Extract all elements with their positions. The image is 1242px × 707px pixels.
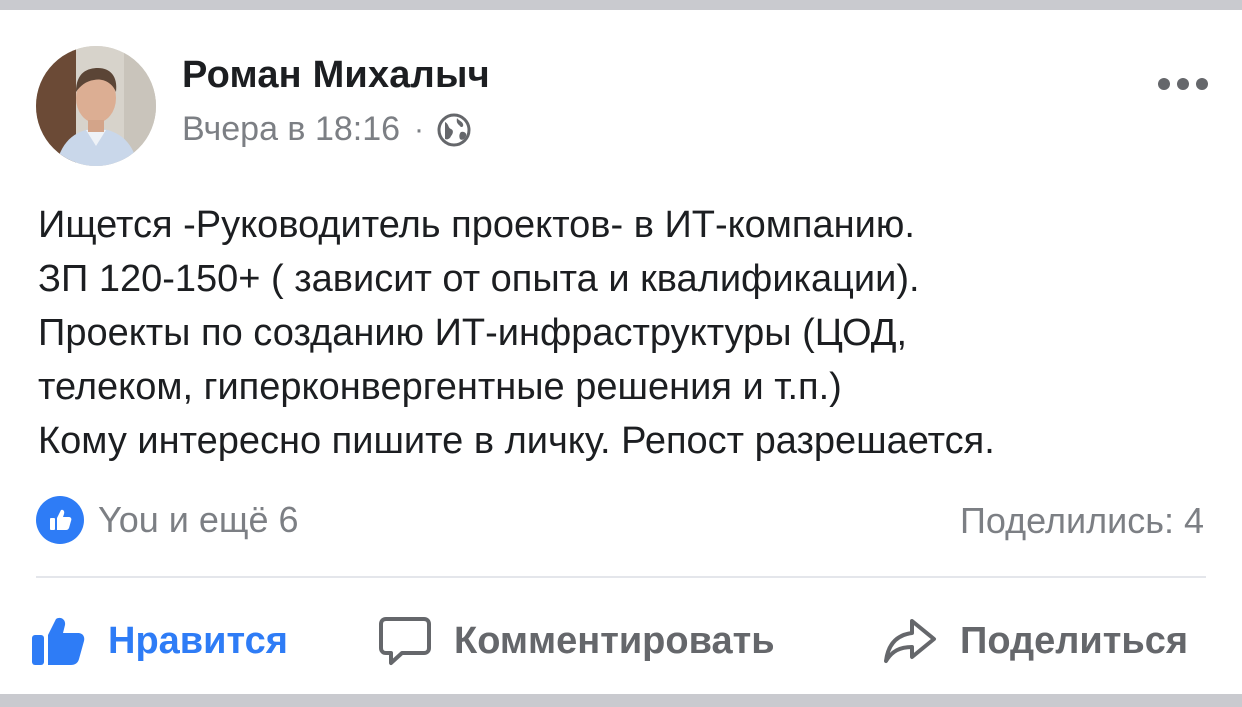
action-bar: Нравится Комментировать Поделиться	[0, 606, 1242, 676]
like-button[interactable]: Нравится	[30, 606, 288, 676]
post-text-line: Ищется -Руководитель проектов- в ИТ-комп…	[38, 204, 915, 246]
post-card: Роман Михалыч Вчера в 18:16 · Ищется -Ру…	[0, 10, 1242, 694]
like-label: Нравится	[108, 619, 288, 662]
more-dot	[1177, 78, 1189, 90]
divider	[36, 576, 1206, 578]
comment-icon	[379, 617, 431, 665]
like-reaction-icon	[36, 496, 84, 544]
thumbs-up-icon	[32, 617, 85, 665]
avatar-photo	[36, 46, 156, 166]
avatar[interactable]	[36, 46, 156, 166]
post-text-line: Проекты по созданию ИТ-инфраструктуры (Ц…	[38, 312, 908, 354]
share-button[interactable]: Поделиться	[882, 606, 1188, 676]
share-label: Поделиться	[960, 619, 1189, 662]
more-options-icon[interactable]	[1158, 72, 1208, 96]
more-dot	[1158, 78, 1170, 90]
shares-count[interactable]: Поделились: 4	[960, 500, 1204, 542]
post-time[interactable]: Вчера в 18:16	[182, 110, 400, 149]
post-text-line: телеком, гиперконвергентные решения и т.…	[38, 366, 842, 408]
reactions-summary[interactable]: You и ещё 6	[36, 496, 299, 544]
comment-button[interactable]: Комментировать	[378, 606, 775, 676]
post-text-line: ЗП 120-150+ ( зависит от опыта и квалифи…	[38, 258, 920, 300]
comment-label: Комментировать	[454, 619, 775, 662]
post-meta: Вчера в 18:16 ·	[182, 110, 472, 149]
post-text: Ищется -Руководитель проектов- в ИТ-комп…	[38, 198, 1208, 468]
meta-separator: ·	[414, 112, 425, 146]
author-name[interactable]: Роман Михалыч	[182, 54, 490, 97]
post-text-line: Кому интересно пишите в личку. Репост ра…	[38, 420, 995, 462]
more-dot	[1196, 78, 1208, 90]
reactions-text: You и ещё 6	[98, 499, 299, 540]
globe-icon	[436, 112, 472, 148]
share-icon	[884, 619, 936, 663]
